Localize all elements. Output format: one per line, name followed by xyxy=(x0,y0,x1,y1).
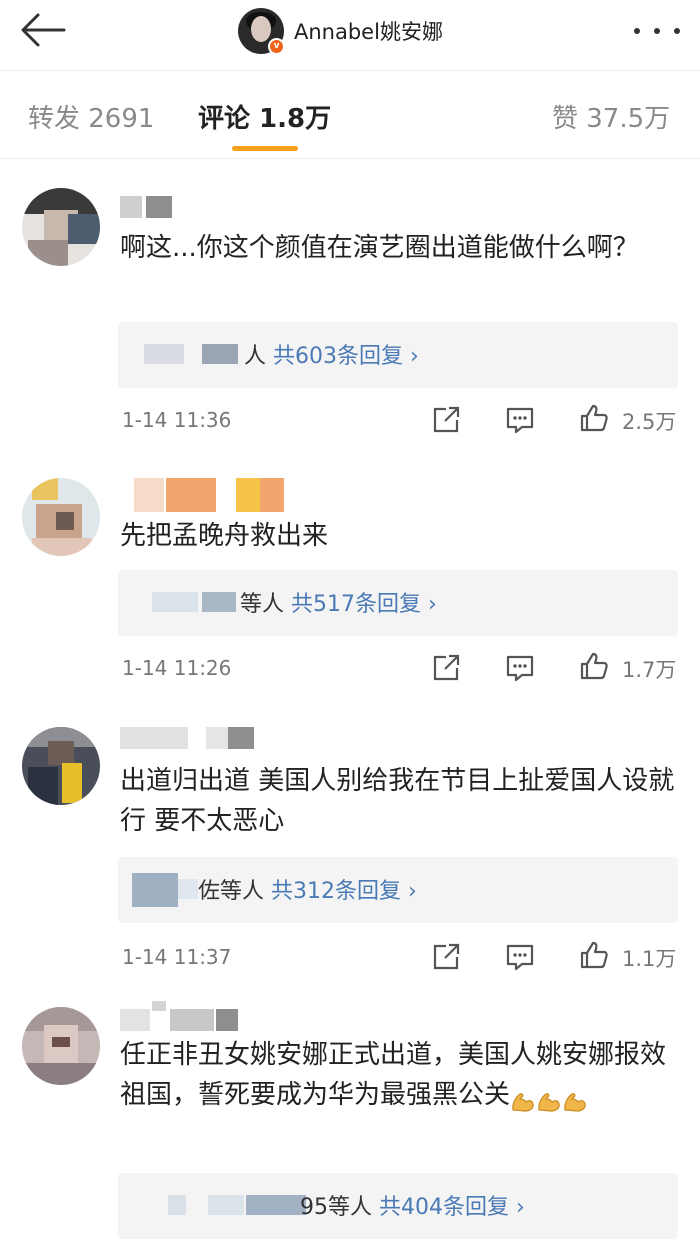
flexed-biceps-emoji xyxy=(536,1085,562,1112)
flexed-biceps-emoji xyxy=(562,1085,588,1112)
like-icon[interactable] xyxy=(578,650,610,682)
share-icon[interactable] xyxy=(430,404,462,436)
username-blurred[interactable] xyxy=(120,196,172,218)
tab-repost[interactable]: 转发 2691 xyxy=(28,98,154,135)
comment-icon[interactable] xyxy=(504,941,536,973)
more-icon[interactable] xyxy=(630,14,686,48)
tab-likes[interactable]: 赞 37.5万 xyxy=(552,98,670,135)
page-title: Annabel姚安娜 xyxy=(294,20,443,44)
username-blurred[interactable] xyxy=(120,727,254,749)
like-icon[interactable] xyxy=(578,939,610,971)
comment-text: 先把孟晚舟救出来 xyxy=(120,521,329,551)
like-icon[interactable] xyxy=(578,402,610,434)
back-arrow-icon[interactable] xyxy=(18,10,68,50)
reply-count-link[interactable]: 共404条回复 xyxy=(379,1195,509,1220)
chevron-right-icon: › xyxy=(410,344,419,369)
comment-icon[interactable] xyxy=(504,652,536,684)
reply-summary[interactable]: 人 共603条回复 › xyxy=(118,322,678,388)
username-blurred[interactable] xyxy=(120,478,284,512)
reply-names-suffix: 佐等人 xyxy=(198,879,265,904)
reply-names-suffix: 人 xyxy=(244,344,267,369)
flexed-biceps-emoji xyxy=(510,1085,536,1112)
reply-count-link[interactable]: 共603条回复 xyxy=(273,344,403,369)
reply-count-link[interactable]: 共517条回复 xyxy=(291,592,421,617)
share-icon[interactable] xyxy=(430,652,462,684)
username-blurred[interactable] xyxy=(120,1001,238,1031)
comment-icon[interactable] xyxy=(504,404,536,436)
comment-timestamp: 1-14 11:26 xyxy=(122,656,232,680)
tabs-divider xyxy=(0,158,700,159)
tab-comments[interactable]: 评论 1.8万 xyxy=(198,98,331,135)
reply-names-suffix: 95等人 xyxy=(300,1195,372,1220)
reply-summary[interactable]: 95等人 共404条回复 › xyxy=(118,1173,678,1239)
avatar[interactable] xyxy=(22,727,100,805)
reply-count-link[interactable]: 共312条回复 xyxy=(271,879,401,904)
comment-timestamp: 1-14 11:36 xyxy=(122,408,232,432)
like-count: 1.1万 xyxy=(622,947,677,971)
chevron-right-icon: › xyxy=(428,592,437,617)
avatar[interactable] xyxy=(22,188,100,266)
like-count: 2.5万 xyxy=(622,410,677,434)
share-icon[interactable] xyxy=(430,941,462,973)
reply-summary[interactable]: 佐等人 共312条回复 › xyxy=(118,857,678,923)
reply-names-suffix: 等人 xyxy=(240,592,285,617)
verified-badge-icon: v xyxy=(268,38,285,55)
avatar[interactable] xyxy=(22,478,100,556)
comment-text: 啊这...你这个颜值在演艺圈出道能做什么啊？ xyxy=(120,233,639,263)
navbar-divider xyxy=(0,70,700,71)
reply-summary[interactable]: 等人 共517条回复 › xyxy=(118,570,678,636)
comment-text: 出道归出道 美国人别给我在节目上扯爱国人设就行 要不太恶心 xyxy=(120,766,675,836)
active-tab-indicator xyxy=(232,146,298,151)
chevron-right-icon: › xyxy=(516,1195,525,1220)
comment-timestamp: 1-14 11:37 xyxy=(122,945,232,969)
avatar[interactable] xyxy=(22,1007,100,1085)
top-navbar: v Annabel姚安娜 xyxy=(0,0,700,62)
like-count: 1.7万 xyxy=(622,658,677,682)
chevron-right-icon: › xyxy=(408,879,417,904)
comment-text: 任正非丑女姚安娜正式出道，美国人姚安娜报效祖国，誓死要成为华为最强黑公关 xyxy=(120,1040,667,1112)
